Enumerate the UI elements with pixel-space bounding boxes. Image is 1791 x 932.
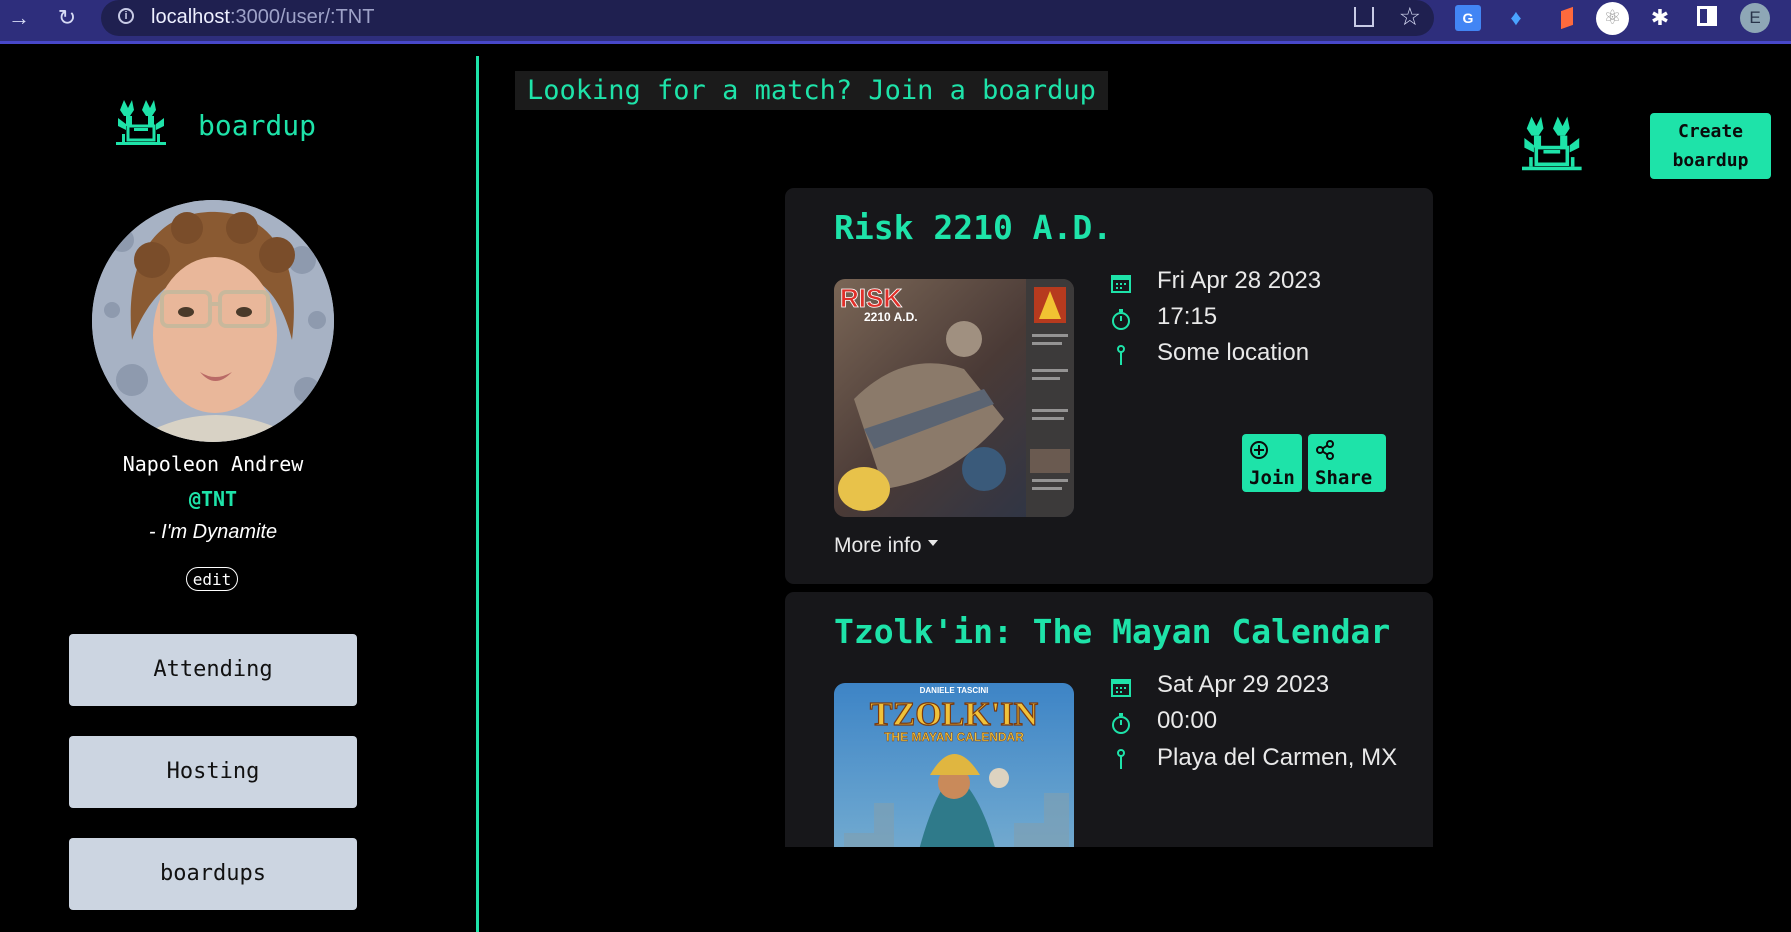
- share-page-icon[interactable]: [1354, 7, 1374, 27]
- boardup-logo[interactable]: [1522, 113, 1584, 175]
- url-host: localhost: [151, 6, 230, 28]
- cta-banner: Looking for a match? Join a boardup: [515, 71, 1108, 110]
- plus-circle-icon: [1250, 441, 1268, 459]
- share-icon: [1316, 440, 1334, 460]
- user-name: Napoleon Andrew: [122, 452, 304, 476]
- game-cover: RISK 2210 A.D.: [834, 279, 1074, 517]
- cover-title: TZOLK'IN: [870, 696, 1039, 733]
- event-date: Sat Apr 29 2023: [1157, 671, 1330, 698]
- attending-button[interactable]: Attending: [69, 634, 357, 706]
- join-label: Join: [1249, 467, 1295, 489]
- profile-avatar[interactable]: E: [1740, 3, 1770, 33]
- side-panel-icon[interactable]: [1697, 6, 1717, 26]
- react-icon[interactable]: ⚛: [1596, 2, 1629, 35]
- share-button[interactable]: Share: [1308, 434, 1386, 492]
- event-title[interactable]: Tzolk'in: The Mayan Calendar: [834, 612, 1390, 651]
- star-icon[interactable]: ☆: [1399, 2, 1421, 32]
- pin-icon: [1117, 345, 1125, 365]
- reload-icon[interactable]: ↻: [52, 3, 82, 33]
- cover-title: RISK: [840, 283, 902, 313]
- event-card: Risk 2210 A.D. RISK 2210 A.D. Fri Apr 28…: [785, 188, 1433, 584]
- calendar-icon: [1111, 275, 1131, 293]
- gem-icon[interactable]: ♦: [1503, 5, 1529, 31]
- event-time: 00:00: [1157, 707, 1218, 734]
- event-location: Some location: [1157, 339, 1310, 366]
- edit-profile-button[interactable]: edit: [186, 567, 238, 591]
- create-button-line1: Create: [1677, 121, 1744, 142]
- more-info-toggle[interactable]: More info: [834, 534, 938, 558]
- puzzle-icon[interactable]: ✱: [1647, 5, 1673, 31]
- browser-toolbar: → ↻ i localhost:3000/user/:TNT ☆ G ♦ ⚛ ✱…: [0, 0, 1791, 44]
- event-card: Tzolk'in: The Mayan Calendar DANIELE TAS…: [785, 592, 1433, 847]
- boardup-logo: [116, 100, 166, 145]
- address-url[interactable]: localhost:3000/user/:TNT: [151, 6, 374, 29]
- create-boardup-button[interactable]: Create boardup: [1650, 113, 1771, 179]
- user-handle: @TNT: [188, 487, 238, 511]
- event-title[interactable]: Risk 2210 A.D.: [834, 208, 1112, 247]
- user-bio: - I'm Dynamite: [148, 521, 278, 543]
- event-meta: Fri Apr 28 2023 17:15 Some location: [1110, 264, 1410, 372]
- flag-icon[interactable]: [1555, 5, 1581, 31]
- arrow-right-icon[interactable]: →: [4, 3, 34, 33]
- boardups-button[interactable]: boardups: [69, 838, 357, 910]
- event-feed[interactable]: Risk 2210 A.D. RISK 2210 A.D. Fri Apr 28…: [785, 188, 1433, 847]
- join-button[interactable]: Join: [1242, 434, 1302, 492]
- brand-name: boardup: [198, 109, 317, 142]
- share-label: Share: [1315, 467, 1373, 489]
- event-date: Fri Apr 28 2023: [1157, 267, 1322, 294]
- event-time: 17:15: [1157, 303, 1218, 330]
- event-meta: Sat Apr 29 2023 00:00 Playa del Carmen, …: [1110, 668, 1410, 812]
- create-button-line2: boardup: [1672, 150, 1749, 171]
- url-path: :3000/user/:TNT: [229, 6, 375, 28]
- portrait-image: [92, 200, 334, 442]
- more-info-label: More info: [834, 534, 922, 557]
- translate-icon[interactable]: G: [1455, 5, 1481, 31]
- sidebar-divider: [476, 56, 479, 932]
- profile-photo: [92, 200, 334, 442]
- hosting-button[interactable]: Hosting: [69, 736, 357, 808]
- game-cover: DANIELE TASCINI TZOLK'IN THE MAYAN CALEN…: [834, 683, 1074, 847]
- stopwatch-icon: [1112, 309, 1130, 330]
- address-bar[interactable]: i localhost:3000/user/:TNT ☆: [101, 0, 1434, 36]
- cover-subtitle: THE MAYAN CALENDAR: [884, 730, 1024, 744]
- caret-down-icon: [927, 540, 938, 546]
- cover-author: DANIELE TASCINI: [920, 686, 989, 695]
- calendar-icon: [1111, 679, 1131, 697]
- stopwatch-icon: [1112, 713, 1130, 734]
- cover-subtitle: 2210 A.D.: [864, 310, 918, 324]
- info-icon[interactable]: i: [118, 8, 134, 24]
- event-location: Playa del Carmen, MX: [1157, 744, 1398, 771]
